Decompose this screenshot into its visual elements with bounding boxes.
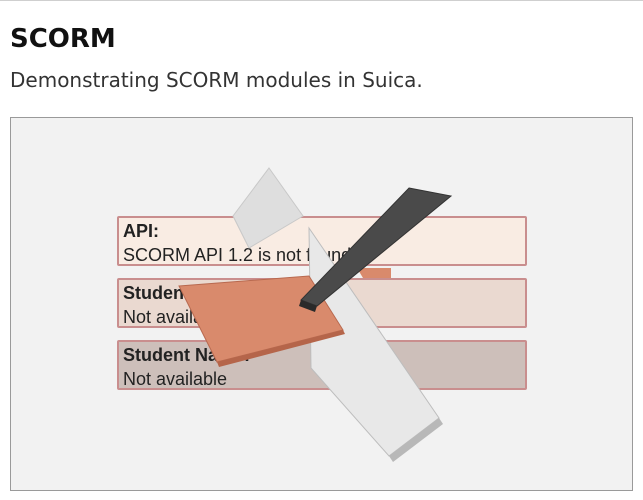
dark-plate: [300, 187, 453, 307]
suica-canvas[interactable]: API: SCORM API 1.2 is not found Student …: [10, 117, 633, 491]
page-subtitle: Demonstrating SCORM modules in Suica.: [10, 68, 423, 92]
page-title: SCORM: [10, 24, 116, 54]
white-plate-back: [232, 167, 304, 249]
white-plate-front: [308, 226, 440, 457]
3d-scene: [178, 167, 453, 462]
top-divider: [0, 0, 643, 1]
